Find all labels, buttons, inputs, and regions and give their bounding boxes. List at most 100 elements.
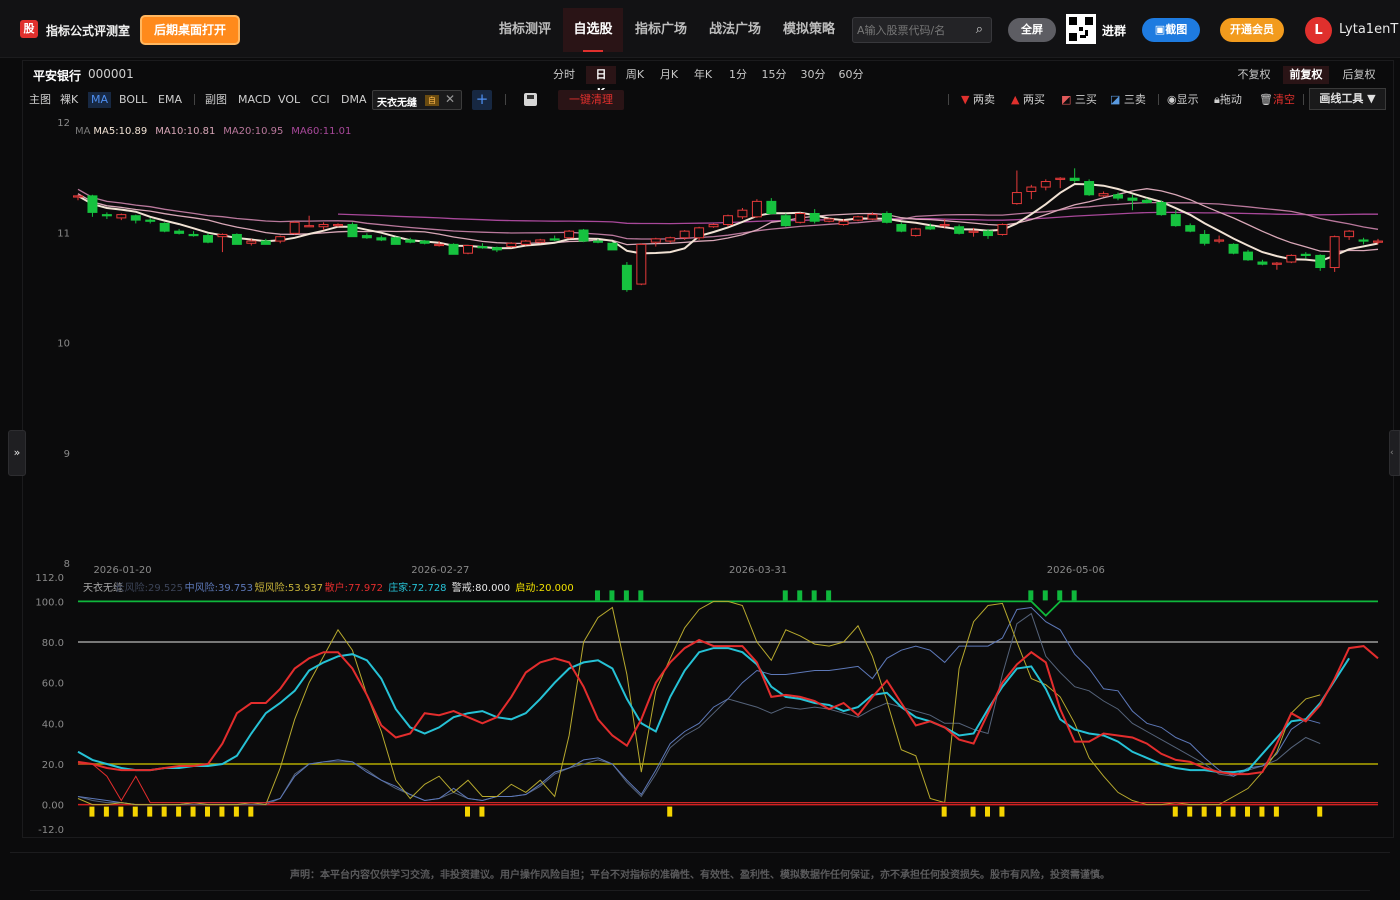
y-tick-label: 11 <box>57 228 70 239</box>
candle-body <box>1127 197 1138 201</box>
candle-body <box>101 214 112 217</box>
sub-y-tick-label: 100.0 <box>35 597 64 608</box>
candle-body <box>1011 192 1022 205</box>
candle-body <box>376 237 387 241</box>
indicator-chart: 112.0100.080.060.040.020.00.00-12.0天衣无缝长… <box>35 573 1379 836</box>
green-signal-marker <box>811 590 817 601</box>
candle-body <box>751 200 762 218</box>
candle-body <box>593 240 603 243</box>
candle-body <box>766 200 777 215</box>
candle-body <box>477 246 488 249</box>
ma-legend-item: MA60:11.01 <box>291 126 351 137</box>
yellow-signal-marker <box>1201 806 1207 817</box>
stock-chart: 12 11 10 9 8 MA MA5:10.89 MA10:10.81 MA20:10.95 M… <box>35 118 1383 836</box>
candle-body <box>361 235 372 239</box>
candle-body <box>174 230 185 234</box>
candle-body <box>983 230 993 237</box>
x-tick-label: 2026-01-20 <box>93 565 151 576</box>
green-signal-marker <box>782 590 788 601</box>
green-signal-marker <box>623 590 629 601</box>
y-tick-label: 10 <box>57 339 70 350</box>
candle-body <box>231 233 242 245</box>
yellow-signal-marker <box>465 806 470 817</box>
candle-body <box>73 195 83 198</box>
candle-body <box>347 224 358 238</box>
indicator-legend-item: 庄家:72.728 <box>388 581 446 594</box>
candle-body <box>1040 181 1051 188</box>
yellow-signal-marker <box>89 806 95 817</box>
yellow-signal-marker <box>1317 806 1323 817</box>
candle-body <box>1156 201 1167 216</box>
candle-body <box>1026 186 1037 192</box>
green-signal-marker <box>1057 590 1063 601</box>
candle-body <box>1257 261 1268 265</box>
yellow-signal-marker <box>479 806 485 817</box>
sub-y-tick-label: 112.0 <box>35 573 64 584</box>
candle-body <box>838 220 849 226</box>
candle-body <box>1055 177 1066 180</box>
candle-body <box>1141 199 1152 203</box>
footer-divider <box>30 890 1370 891</box>
candle-body <box>405 239 416 243</box>
candle-body <box>809 213 820 222</box>
candle-body <box>1329 236 1340 269</box>
x-tick-label: 2026-03-31 <box>729 565 787 576</box>
candle-body <box>434 243 445 247</box>
candle-body <box>188 233 199 237</box>
candle-body <box>390 237 401 245</box>
yellow-signal-marker <box>1172 806 1178 817</box>
candle-body <box>1243 251 1253 261</box>
candle-body <box>795 213 806 223</box>
green-signal-marker <box>1028 590 1034 601</box>
sub-y-tick-label: 40.0 <box>42 719 64 730</box>
candle-body <box>463 244 473 254</box>
candle-body <box>650 238 661 243</box>
candle-body <box>968 230 979 233</box>
candle-body <box>1084 181 1095 196</box>
candle-body <box>159 222 170 232</box>
yellow-signal-marker <box>1273 806 1279 817</box>
candle-body <box>997 224 1008 235</box>
candle-body <box>304 225 315 228</box>
candle-body <box>896 224 907 232</box>
candle-body <box>1069 177 1080 181</box>
candle-body <box>1286 254 1297 263</box>
candle-body <box>910 228 921 237</box>
green-signal-marker <box>1042 590 1048 601</box>
indicator-line-3 <box>77 647 1350 774</box>
yellow-signal-marker <box>1259 806 1265 817</box>
candle-body <box>708 224 719 228</box>
candle-body <box>130 215 141 221</box>
candle-body <box>419 240 430 244</box>
candle-body <box>87 195 98 213</box>
candle-body <box>145 219 156 222</box>
candle-body <box>275 236 286 242</box>
yellow-signal-marker <box>219 806 225 817</box>
candle-body <box>737 209 748 218</box>
candle-body <box>723 215 733 226</box>
indicator-legend-item: 散户:77.972 <box>325 581 383 594</box>
candle-body <box>780 215 791 227</box>
x-tick-label: 2026-05-06 <box>1047 565 1105 576</box>
indicator-line-5 <box>77 606 1321 806</box>
yellow-signal-marker <box>1187 806 1193 817</box>
candle-body <box>925 226 936 230</box>
candle-body <box>549 238 560 241</box>
candle-body <box>260 240 271 245</box>
yellow-signal-marker <box>190 806 196 817</box>
candle-body <box>1199 233 1210 244</box>
sub-y-tick-label: 60.0 <box>42 679 64 690</box>
y-tick-label: 9 <box>64 449 70 460</box>
candle-body <box>636 243 647 285</box>
yellow-signal-marker <box>667 806 673 817</box>
candle-body <box>448 243 459 255</box>
yellow-signal-marker <box>103 806 109 817</box>
yellow-signal-marker <box>176 806 182 817</box>
green-signal-marker <box>638 590 644 601</box>
yellow-signal-marker <box>1230 806 1236 817</box>
yellow-signal-marker <box>118 806 124 817</box>
x-tick-label: 2026-02-27 <box>411 565 469 576</box>
sub-y-tick-label: 80.0 <box>42 638 64 649</box>
green-signal-marker <box>609 590 615 601</box>
green-signal-marker <box>797 590 803 601</box>
